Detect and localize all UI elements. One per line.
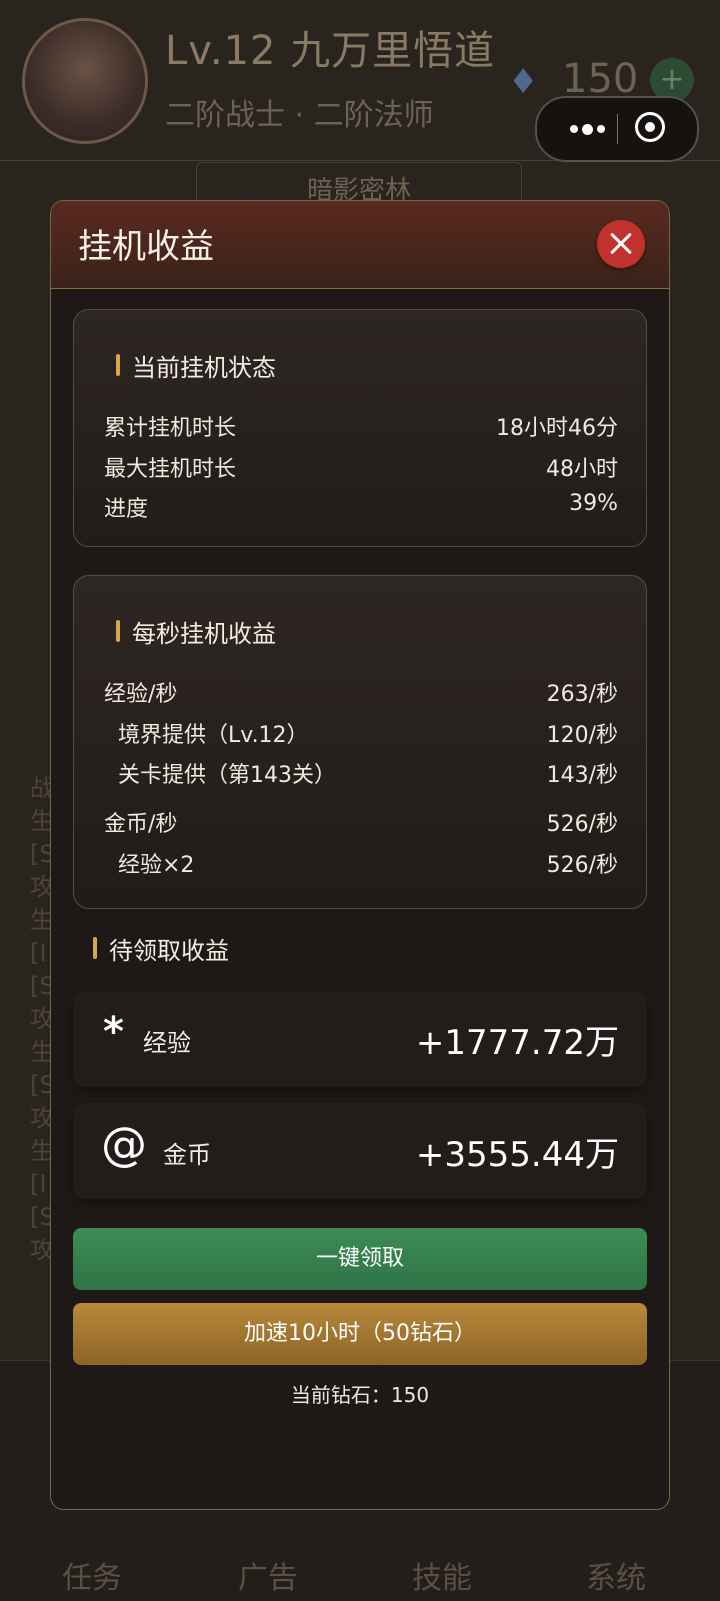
status-row: 进度 39% (104, 491, 618, 525)
nav-item-ads: 广告 (238, 1561, 298, 1596)
idle-rewards-modal: 挂机收益 当前挂机状态 累计挂机时长 18小时46分 最大挂机时长 48小时 进… (50, 200, 670, 1510)
player-level-title: Lv.12 九万里悟道 (165, 28, 496, 74)
gold-rate-value: 526/秒 (546, 812, 618, 837)
modal-header: 挂机收益 (51, 201, 669, 289)
nav-item-skills: 技能 (412, 1561, 472, 1596)
exp-source-row: 境界提供（Lv.12） 120/秒 (104, 717, 618, 751)
gold-rate-label: 金币/秒 (104, 812, 178, 837)
status-row: 累计挂机时长 18小时46分 (104, 410, 618, 444)
status-label: 最大挂机时长 (104, 457, 237, 482)
per-second-card: 每秒挂机收益 经验/秒 263/秒 境界提供（Lv.12） 120/秒 关卡提供… (73, 575, 647, 909)
pending-gold-label: 金币 (163, 1141, 211, 1169)
progress-value: 39% (569, 491, 618, 516)
exp-rate-value: 263/秒 (546, 682, 618, 707)
exp-source-label: 关卡提供（第143关） (118, 763, 336, 788)
more-menu-icon[interactable] (557, 98, 617, 160)
status-value: 48小时 (546, 457, 618, 482)
boost-button[interactable]: 加速10小时（50钻石） (73, 1303, 647, 1365)
exp-source-label: 境界提供（Lv.12） (118, 723, 309, 748)
gold-rate-row: 金币/秒 526/秒 (104, 806, 618, 840)
player-class-line: 二阶战士 · 二阶法师 (165, 98, 434, 133)
current-gems-text: 当前钻石：150 (290, 1383, 430, 1407)
exp-source-value: 120/秒 (546, 723, 618, 748)
pending-exp-row: * 经验 +1777.72万 (73, 991, 647, 1087)
status-label: 累计挂机时长 (104, 416, 237, 441)
pending-exp-amount: +1777.72万 (415, 1023, 619, 1063)
close-button[interactable] (597, 220, 645, 268)
exp-source-row: 关卡提供（第143关） 143/秒 (104, 757, 618, 791)
pending-gold-row: @ 金币 +3555.44万 (73, 1103, 647, 1199)
pending-heading: 待领取收益 (93, 931, 229, 966)
claim-all-button[interactable]: 一键领取 (73, 1228, 647, 1290)
pending-gold-amount: +3555.44万 (415, 1135, 619, 1175)
status-heading: 当前挂机状态 (116, 348, 276, 383)
avatar (22, 18, 148, 144)
modal-title: 挂机收益 (78, 227, 214, 267)
diamond-icon: ♦ (508, 62, 539, 102)
gold-source-row: 经验×2 526/秒 (104, 847, 618, 881)
status-value: 18小时46分 (496, 416, 618, 441)
capsule-divider (617, 114, 618, 144)
per-second-heading: 每秒挂机收益 (116, 614, 276, 649)
gold-source-value: 526/秒 (546, 853, 618, 878)
exit-miniprogram-icon[interactable] (635, 112, 665, 142)
pending-exp-label: 经验 (143, 1029, 191, 1057)
gold-source-label: 经验×2 (118, 853, 195, 878)
exp-rate-label: 经验/秒 (104, 682, 178, 707)
nav-item-system: 系统 (586, 1561, 646, 1596)
exp-source-value: 143/秒 (546, 763, 618, 788)
status-row: 最大挂机时长 48小时 (104, 451, 618, 485)
exp-rate-row: 经验/秒 263/秒 (104, 676, 618, 710)
at-sign-icon: @ (101, 1117, 147, 1171)
asterisk-icon: * (103, 1009, 124, 1055)
miniprogram-capsule (535, 96, 699, 162)
idle-status-card: 当前挂机状态 累计挂机时长 18小时46分 最大挂机时长 48小时 进度 39% (73, 309, 647, 547)
status-label: 进度 (104, 497, 149, 522)
nav-item-tasks: 任务 (62, 1561, 122, 1596)
